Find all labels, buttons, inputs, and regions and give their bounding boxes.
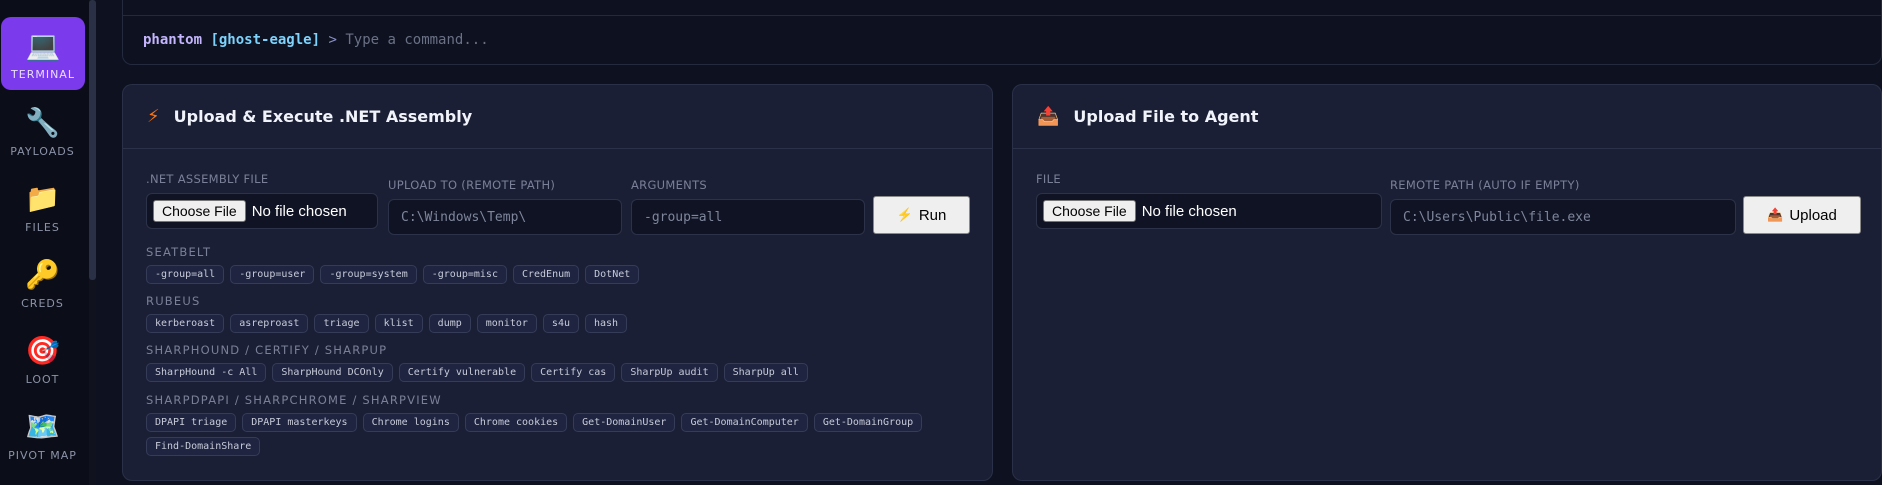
chips-sharphound: SharpHound -c All SharpHound DCOnly Cert… (146, 363, 946, 382)
preset-chip[interactable]: hash (584, 314, 628, 333)
arguments-input[interactable] (632, 200, 864, 234)
upload-path-field[interactable] (388, 199, 622, 235)
prompt-arrow: > (328, 32, 337, 48)
sidebar-item-label: LOOT (25, 373, 60, 386)
file-status: No file chosen (251, 202, 347, 220)
preset-chip[interactable]: Chrome cookies (464, 413, 568, 432)
sidebar-item-pivot-map[interactable]: 🗺️ PIVOT MAP (0, 398, 85, 471)
preset-chip[interactable]: -group=system (320, 265, 417, 284)
preset-chip[interactable]: Get-DomainGroup (813, 413, 923, 432)
lightning-icon: ⚡ (896, 207, 913, 222)
upload-button-label: Upload (1789, 206, 1837, 224)
assembly-file-input[interactable]: Choose File No file chosen (146, 193, 378, 229)
assembly-card: ⚡ Upload & Execute .NET Assembly .NET AS… (122, 84, 993, 481)
preset-chip[interactable]: SharpHound -c All (146, 363, 267, 382)
preset-chip[interactable]: Find-DomainShare (146, 437, 261, 456)
terminal-panel: phantom [ghost-eagle] > (122, 0, 1882, 65)
upload-path-label: UPLOAD TO (REMOTE PATH) (388, 178, 556, 192)
run-button[interactable]: ⚡ Run (873, 196, 970, 234)
folder-icon: 📁 (25, 182, 60, 215)
sidebar-item-creds[interactable]: 🔑 CREDS (0, 246, 85, 319)
sidebar-item-label: PIVOT MAP (8, 449, 77, 462)
outbox-icon: 📤 (1037, 106, 1060, 127)
assembly-card-title: Upload & Execute .NET Assembly (173, 107, 473, 126)
target-icon: 🎯 (25, 334, 60, 367)
preset-chip[interactable]: s4u (542, 314, 579, 333)
preset-chip[interactable]: Get-DomainUser (573, 413, 676, 432)
chips-rubeus: kerberoast asreproast triage klist dump … (146, 314, 946, 333)
laptop-icon: 💻 (25, 29, 61, 62)
prompt-user: phantom (143, 32, 203, 48)
preset-chip[interactable]: SharpUp all (723, 363, 808, 382)
upload-card-header: 📤 Upload File to Agent (1013, 85, 1881, 149)
section-title-seatbelt: SEATBELT (146, 245, 212, 259)
outbox-icon: 📤 (1767, 207, 1784, 222)
sidebar: 💻 TERMINAL 🔧 PAYLOADS 📁 FILES 🔑 CREDS 🎯 … (0, 0, 90, 485)
preset-chip[interactable]: Certify cas (531, 363, 616, 382)
upload-card-title: Upload File to Agent (1073, 107, 1259, 126)
sidebar-item-label: PAYLOADS (10, 145, 75, 158)
preset-chip[interactable]: triage (314, 314, 369, 333)
preset-chip[interactable]: DotNet (585, 265, 640, 284)
preset-chip[interactable]: dump (428, 314, 471, 333)
preset-chip[interactable]: SharpHound DCOnly (272, 363, 393, 382)
preset-chip[interactable]: CredEnum (512, 265, 580, 284)
preset-chip[interactable]: kerberoast (146, 314, 225, 333)
assembly-file-label: .NET ASSEMBLY FILE (146, 172, 269, 186)
choose-file-button[interactable]: Choose File (153, 200, 246, 222)
command-input[interactable] (345, 32, 846, 48)
preset-chip[interactable]: Chrome logins (362, 413, 459, 432)
sidebar-item-terminal[interactable]: 💻 TERMINAL (1, 17, 85, 90)
map-icon: 🗺️ (25, 410, 60, 443)
preset-chip[interactable]: -group=misc (422, 265, 507, 284)
prompt-host: [ghost-eagle] (210, 32, 321, 48)
sidebar-item-label: CREDS (21, 297, 64, 310)
sidebar-scrollbar-thumb[interactable] (89, 0, 96, 280)
terminal-divider (123, 15, 1881, 16)
run-button-label: Run (918, 206, 947, 224)
arguments-field[interactable] (631, 199, 865, 235)
key-icon: 🔑 (25, 258, 60, 291)
upload-card: 📤 Upload File to Agent FILE Choose File … (1012, 84, 1882, 481)
preset-chip[interactable]: DPAPI masterkeys (242, 413, 357, 432)
preset-chip[interactable]: -group=all (146, 265, 225, 284)
sidebar-item-payloads[interactable]: 🔧 PAYLOADS (0, 94, 85, 167)
file-status: No file chosen (1141, 202, 1237, 220)
preset-chip[interactable]: asreproast (230, 314, 309, 333)
sidebar-item-label: TERMINAL (11, 68, 75, 81)
upload-file-input[interactable]: Choose File No file chosen (1036, 193, 1382, 229)
chips-seatbelt: -group=all -group=user -group=system -gr… (146, 265, 946, 284)
upload-file-label: FILE (1036, 172, 1061, 186)
lightning-icon: ⚡ (147, 106, 160, 127)
preset-chip[interactable]: Certify vulnerable (398, 363, 526, 382)
assembly-card-header: ⚡ Upload & Execute .NET Assembly (123, 85, 992, 149)
preset-chip[interactable]: -group=user (230, 265, 315, 284)
main-content: phantom [ghost-eagle] > ⚡ Upload & Execu… (98, 0, 1882, 485)
chips-sharpdpapi: DPAPI triage DPAPI masterkeys Chrome log… (146, 413, 946, 456)
section-title-rubeus: RUBEUS (146, 294, 201, 308)
remote-path-input[interactable] (1391, 200, 1735, 234)
remote-path-label: REMOTE PATH (AUTO IF EMPTY) (1390, 178, 1580, 192)
preset-chip[interactable]: monitor (476, 314, 537, 333)
arguments-label: ARGUMENTS (631, 178, 708, 192)
upload-button[interactable]: 📤 Upload (1743, 196, 1861, 234)
sidebar-item-files[interactable]: 📁 FILES (0, 170, 85, 243)
preset-chip[interactable]: Get-DomainComputer (681, 413, 808, 432)
sidebar-item-loot[interactable]: 🎯 LOOT (0, 322, 85, 395)
preset-chip[interactable]: SharpUp audit (621, 363, 718, 382)
choose-file-button[interactable]: Choose File (1043, 200, 1136, 222)
section-title-sharpdpapi: SHARPDPAPI / SHARPCHROME / SHARPVIEW (146, 393, 442, 407)
sidebar-item-label: FILES (25, 221, 60, 234)
terminal-prompt: phantom [ghost-eagle] > (143, 32, 846, 48)
preset-chip[interactable]: DPAPI triage (146, 413, 237, 432)
section-title-sharphound: SHARPHOUND / CERTIFY / SHARPUP (146, 343, 388, 357)
remote-path-field[interactable] (1390, 199, 1736, 235)
wrench-icon: 🔧 (25, 106, 60, 139)
preset-chip[interactable]: klist (374, 314, 423, 333)
upload-path-input[interactable] (389, 200, 621, 234)
